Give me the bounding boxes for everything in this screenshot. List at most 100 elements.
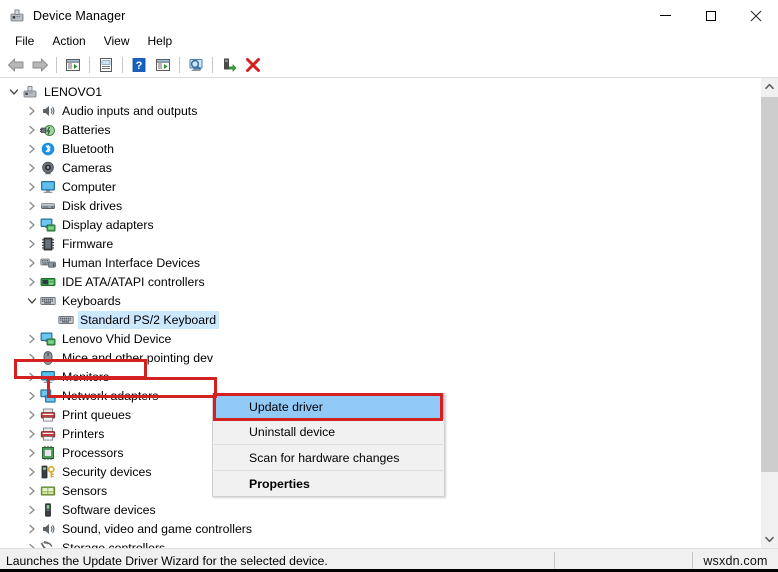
expand-collapse-icon[interactable] [24,179,40,195]
tree-label: Processors [62,445,124,460]
toolbar-separator [212,56,213,73]
speaker-icon [40,103,56,119]
forward-button[interactable] [28,54,52,76]
expand-collapse-icon[interactable] [24,540,40,548]
expand-collapse-icon[interactable] [24,350,40,366]
expand-collapse-icon[interactable] [24,236,40,252]
tree-label: Security devices [62,464,152,479]
menu-item-action[interactable]: Action [43,32,94,51]
help-icon: ? [132,57,146,72]
tree-leaf-spacer [42,312,58,328]
tree-row-disk-drives[interactable]: Disk drives [0,196,760,215]
menu-item-view[interactable]: View [95,32,139,51]
show-hide-action-pane-button[interactable] [151,54,175,76]
scrollbar-thumb[interactable] [761,97,778,472]
tree-row-keyboards[interactable]: Keyboards [0,291,760,310]
expand-collapse-icon[interactable] [24,255,40,271]
vertical-scrollbar[interactable] [760,78,778,548]
tree-row-bluetooth[interactable]: Bluetooth [0,139,760,158]
storage-controller-icon [40,540,56,548]
expand-collapse-icon[interactable] [24,502,40,518]
menu-item-help[interactable]: Help [139,32,182,51]
context-menu-item-scan-for-hardware-changes[interactable]: Scan for hardware changes [213,445,444,470]
speaker-icon [40,521,56,537]
tree-row-mice-and-other-pointing-dev[interactable]: Mice and other pointing dev [0,348,760,367]
window-title: Device Manager [33,8,126,23]
chevron-up-icon [765,83,774,90]
tree-row-root[interactable]: LENOVO1 [0,82,760,101]
expand-collapse-icon[interactable] [24,198,40,214]
hid-icon [40,255,56,271]
back-button[interactable] [4,54,28,76]
maximize-icon [705,10,716,21]
scan-for-hardware-changes-button[interactable] [184,54,208,76]
tree-row-human-interface-devices[interactable]: Human Interface Devices [0,253,760,272]
uninstall-device-button[interactable] [241,54,265,76]
expand-collapse-icon[interactable] [24,331,40,347]
forward-icon [32,58,48,71]
tree-row-standard-ps-2-keyboard[interactable]: Standard PS/2 Keyboard [0,310,760,329]
minimize-button[interactable] [643,0,688,31]
expand-collapse-icon[interactable] [24,521,40,537]
disk-drive-icon [40,198,56,214]
expand-collapse-icon[interactable] [24,141,40,157]
expand-collapse-icon[interactable] [24,445,40,461]
scroll-down-button[interactable] [761,531,778,548]
show-hide-console-tree-button[interactable] [61,54,85,76]
monitor-icon [40,369,56,385]
tree-row-sound-video-and-game-controllers[interactable]: Sound, video and game controllers [0,519,760,538]
expand-collapse-icon[interactable] [24,103,40,119]
update-driver-button[interactable] [217,54,241,76]
expand-collapse-icon[interactable] [24,217,40,233]
expand-collapse-icon[interactable] [24,388,40,404]
tree-row-lenovo-vhid-device[interactable]: Lenovo Vhid Device [0,329,760,348]
tree-row-computer[interactable]: Computer [0,177,760,196]
context-menu-item-update-driver[interactable]: Update driver [213,394,444,419]
printer-icon [40,407,56,423]
help-button[interactable]: ? [127,54,151,76]
expand-collapse-icon[interactable] [6,84,22,100]
tree-label: Display adapters [62,217,154,232]
tree-label: Human Interface Devices [62,255,201,270]
properties-button[interactable] [94,54,118,76]
expand-collapse-icon[interactable] [24,274,40,290]
expand-collapse-icon[interactable] [24,426,40,442]
expand-collapse-icon[interactable] [24,160,40,176]
tree-label: Printers [62,426,105,441]
tree-label: IDE ATA/ATAPI controllers [62,274,205,289]
maximize-button[interactable] [688,0,733,31]
display-adapter-icon [40,217,56,233]
scroll-up-button[interactable] [761,78,778,95]
security-device-icon [40,464,56,480]
expand-collapse-icon[interactable] [24,122,40,138]
tree-row-monitors[interactable]: Monitors [0,367,760,386]
tree-row-storage-controllers[interactable]: Storage controllers [0,538,760,548]
tree-label: Monitors [62,369,110,384]
firmware-chip-icon [40,236,56,252]
context-menu-item-uninstall-device[interactable]: Uninstall device [213,419,444,444]
tree-row-audio-inputs-and-outputs[interactable]: Audio inputs and outputs [0,101,760,120]
window-controls [643,0,778,31]
context-menu-item-properties[interactable]: Properties [213,471,444,496]
tree-row-software-devices[interactable]: Software devices [0,500,760,519]
camera-icon [40,160,56,176]
expand-collapse-icon[interactable] [24,407,40,423]
expand-collapse-icon[interactable] [24,483,40,499]
menu-item-file[interactable]: File [6,32,43,51]
tree-row-cameras[interactable]: Cameras [0,158,760,177]
tree-row-batteries[interactable]: Batteries [0,120,760,139]
tree-label: Print queues [62,407,132,422]
expand-collapse-icon[interactable] [24,369,40,385]
menu-bar: File Action View Help [0,31,778,52]
minimize-icon [660,15,671,16]
toolbar-separator [122,56,123,73]
expand-collapse-icon[interactable] [24,293,40,309]
display-adapter-icon [40,331,56,347]
close-button[interactable] [733,0,778,31]
tree-row-firmware[interactable]: Firmware [0,234,760,253]
toolbar-separator [89,56,90,73]
expand-collapse-icon[interactable] [24,464,40,480]
device-manager-window: Device Manager File Action View Help ? L… [0,0,778,572]
tree-row-ide-ata-atapi-controllers[interactable]: IDE ATA/ATAPI controllers [0,272,760,291]
tree-row-display-adapters[interactable]: Display adapters [0,215,760,234]
